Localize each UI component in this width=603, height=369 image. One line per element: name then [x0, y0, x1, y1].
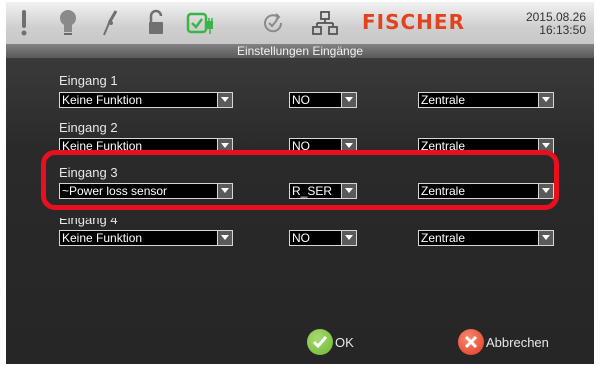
alert-icon[interactable]	[18, 8, 30, 38]
lightbulb-icon[interactable]	[58, 8, 78, 38]
top-toolbar: FISCHER 2015.08.26 16:13:50	[6, 2, 594, 44]
brand-logo: FISCHER	[362, 10, 465, 34]
input-4-function-select[interactable]: Keine Funktion	[59, 230, 233, 246]
cancel-button[interactable]: Abbrechen	[458, 329, 549, 355]
chevron-down-icon[interactable]	[341, 231, 356, 245]
input-1-mode-value: NO	[292, 93, 310, 107]
input-1-label: Eingang 1	[59, 73, 118, 88]
chevron-down-icon[interactable]	[538, 93, 553, 107]
input-4-function-value: Keine Funktion	[62, 231, 143, 245]
chevron-down-icon[interactable]	[217, 93, 232, 107]
power-check-icon[interactable]	[185, 8, 217, 38]
highlight-annotation	[41, 150, 559, 210]
input-1-target-value: Zentrale	[421, 93, 466, 107]
input-4-mode-value: NO	[292, 231, 310, 245]
input-1-target-select[interactable]: Zentrale	[418, 92, 554, 108]
input-1-mode-select[interactable]: NO	[289, 92, 357, 108]
settings-panel: Eingang 1 Keine Funktion NO Zentrale Ein…	[6, 58, 594, 364]
input-4-target-value: Zentrale	[421, 231, 466, 245]
input-4-mode-select[interactable]: NO	[289, 230, 357, 246]
screen: FISCHER 2015.08.26 16:13:50 Einstellunge…	[0, 0, 603, 369]
page-title: Einstellungen Eingänge	[6, 44, 594, 58]
plug-icon[interactable]	[100, 8, 122, 38]
time-text: 16:13:50	[539, 23, 586, 37]
network-icon[interactable]	[312, 8, 338, 38]
ok-button[interactable]: OK	[307, 329, 354, 355]
input-4-label: Eingang 4	[59, 212, 118, 227]
input-4-target-select[interactable]: Zentrale	[418, 230, 554, 246]
input-2-label: Eingang 2	[59, 120, 118, 135]
input-1-function-select[interactable]: Keine Funktion	[59, 92, 233, 108]
ok-button-label: OK	[335, 334, 354, 350]
chevron-down-icon[interactable]	[538, 231, 553, 245]
checkmark-icon	[307, 329, 333, 355]
cancel-button-label: Abbrechen	[486, 334, 549, 350]
lock-icon[interactable]	[147, 8, 165, 38]
clock: 2015.08.26 16:13:50	[526, 11, 586, 37]
refresh-check-icon[interactable]	[260, 8, 286, 38]
chevron-down-icon[interactable]	[341, 93, 356, 107]
chevron-down-icon[interactable]	[217, 231, 232, 245]
close-icon	[458, 329, 484, 355]
input-1-function-value: Keine Funktion	[62, 93, 143, 107]
